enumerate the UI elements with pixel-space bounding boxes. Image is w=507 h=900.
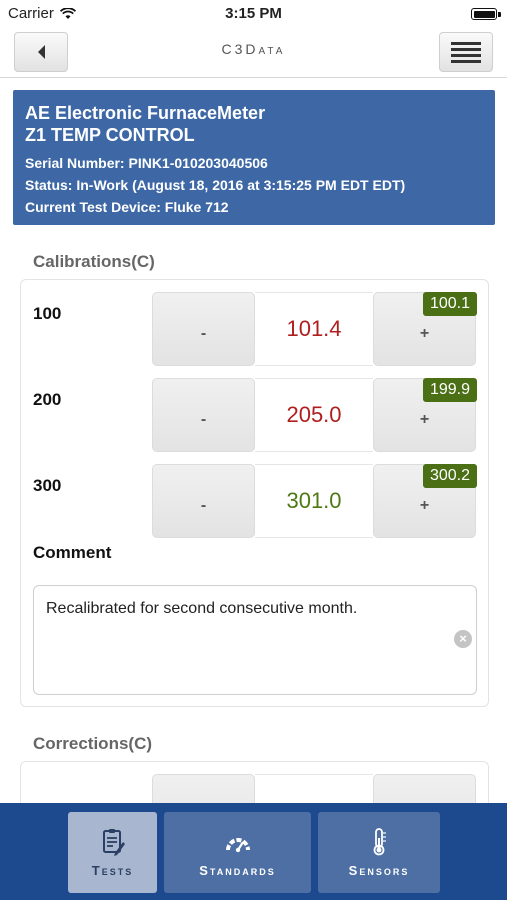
decrement-button[interactable]: - [152,464,255,538]
tab-standards[interactable]: Standards [164,812,311,893]
clear-text-icon[interactable]: × [454,630,472,648]
calibration-row: 300 - 301.0 + 300.2 [21,464,490,538]
calibration-setpoint-label: 100 [33,304,62,323]
calibrations-card: 100 - 101.4 + 100.1 200 - 205.0 + 199.9 … [20,279,489,707]
reference-value-badge: 199.9 [422,378,477,402]
menu-button[interactable] [439,32,493,72]
decrement-button[interactable]: - [152,378,255,452]
navigation-bar: C3Data [0,28,507,78]
calibrations-title: Calibrations(C) [33,252,155,271]
tab-bar: Tests Standards Sensors [0,803,507,900]
calibration-value[interactable]: 101.4 [255,292,373,366]
current-test-device: Current Test Device: Fluke 712 [25,199,229,215]
status-bar: Carrier 3:15 PM [0,0,507,28]
reference-value-badge: 300.2 [422,464,477,488]
thermometer-icon [373,828,386,856]
tab-label: Tests [91,863,134,878]
calibration-row: 100 - 101.4 + 100.1 [21,292,490,366]
tab-tests[interactable]: Tests [68,812,157,893]
decrement-button[interactable]: - [152,292,255,366]
device-model: Z1 TEMP CONTROL [25,125,195,145]
comment-text: Recalibrated for second consecutive mont… [46,600,358,617]
corrections-title: Corrections(C) [33,734,153,753]
device-status: Status: In-Work (August 18, 2016 at 3:15… [25,177,406,193]
device-info-panel: AE Electronic FurnaceMeter Z1 TEMP CONTR… [13,90,495,225]
app-title: C3Data [221,41,286,57]
calibration-setpoint-label: 300 [33,476,62,495]
comment-label: Comment [33,543,112,562]
comment-field[interactable]: Recalibrated for second consecutive mont… [33,585,477,695]
clock: 3:15 PM [225,5,282,22]
calibration-value[interactable]: 205.0 [255,378,373,452]
tab-label: Sensors [348,863,410,878]
clipboard-icon [102,829,125,856]
device-name: AE Electronic FurnaceMeter [25,103,266,123]
serial-number: Serial Number: PINK1-010203040506 [25,155,268,171]
tab-label: Standards [199,863,276,878]
calibration-row: 200 - 205.0 + 199.9 [21,378,490,452]
tab-sensors[interactable]: Sensors [318,812,440,893]
calibration-value[interactable]: 301.0 [255,464,373,538]
battery-icon [471,8,501,20]
reference-value-badge: 100.1 [422,292,477,316]
calibration-setpoint-label: 200 [33,390,62,409]
hamburger-menu-icon [451,42,481,63]
gauge-icon [225,838,250,853]
